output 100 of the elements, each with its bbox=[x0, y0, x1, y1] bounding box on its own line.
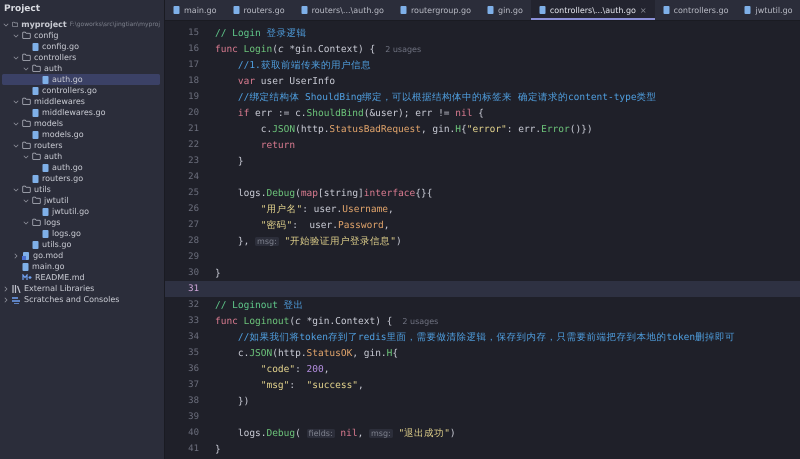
file-icon bbox=[173, 6, 180, 14]
code-line: logs.Debug( fields: nil, msg: "退出成功") bbox=[236, 426, 456, 440]
line-number: 31 bbox=[187, 284, 199, 294]
folder-icon bbox=[32, 152, 41, 161]
tree-item[interactable]: models bbox=[2, 118, 160, 129]
library-icon bbox=[12, 284, 21, 292]
code-line: func Login(c *gin.Context) { 2 usages bbox=[215, 44, 422, 54]
editor-tab[interactable]: routers\...\auth.go bbox=[292, 0, 392, 20]
line-number: 17 bbox=[187, 60, 199, 70]
line-number: 38 bbox=[187, 396, 199, 406]
file-icon bbox=[232, 6, 240, 14]
file-icon bbox=[744, 6, 752, 14]
file-icon bbox=[486, 6, 494, 14]
code-line: "用户名": user.Username, bbox=[260, 202, 394, 216]
editor-tab[interactable]: main.go bbox=[165, 0, 225, 20]
tree-item[interactable]: controllers bbox=[2, 52, 160, 63]
tree-item[interactable]: jwtutil bbox=[2, 195, 160, 206]
tree-item[interactable]: middlewares bbox=[2, 96, 160, 107]
line-number: 39 bbox=[187, 412, 199, 422]
folder-icon bbox=[22, 31, 31, 40]
scratches-icon bbox=[12, 296, 21, 304]
tree-item[interactable]: main.go bbox=[2, 261, 160, 272]
tree-item[interactable]: logs.go bbox=[2, 228, 160, 239]
folder-icon bbox=[32, 196, 41, 205]
file-icon bbox=[32, 42, 39, 50]
line-number: 35 bbox=[187, 348, 199, 358]
line-number: 24 bbox=[187, 172, 199, 182]
tree-item[interactable]: jwtutil.go bbox=[2, 206, 160, 217]
close-tab-button[interactable]: × bbox=[640, 6, 647, 14]
folder-icon bbox=[32, 218, 41, 227]
line-number: 36 bbox=[187, 364, 199, 374]
line-number: 28 bbox=[187, 236, 199, 246]
code-line: "code": 200, bbox=[260, 364, 330, 374]
code-line: "密码": user.Password, bbox=[260, 218, 390, 232]
markdown-icon bbox=[22, 274, 32, 281]
folder-icon bbox=[22, 53, 31, 62]
line-number: 33 bbox=[187, 316, 199, 326]
code-line: } bbox=[236, 156, 244, 166]
file-icon bbox=[32, 108, 39, 116]
code-line: //绑定结构体 ShouldBing绑定，可以根据结构体中的标签来 确定请求的content-type类型 bbox=[236, 90, 657, 104]
editor-tab[interactable]: controllers\...\auth.go × bbox=[530, 0, 655, 20]
file-icon bbox=[22, 262, 29, 270]
tree-item[interactable]: utils.go bbox=[2, 239, 160, 250]
folder-icon bbox=[22, 97, 31, 106]
code-line: }) bbox=[236, 396, 250, 406]
code-line: c.JSON(http.StatusOK, gin.H{ bbox=[236, 348, 398, 358]
line-number: 27 bbox=[187, 220, 199, 230]
chevron-right-icon[interactable] bbox=[12, 252, 20, 260]
tree-item[interactable]: routers bbox=[2, 140, 160, 151]
tree-item[interactable]: auth.go bbox=[2, 74, 160, 85]
tree-item[interactable]: routers.go bbox=[2, 173, 160, 184]
tree-item[interactable]: auth bbox=[2, 151, 160, 162]
tree-item[interactable]: utils bbox=[2, 184, 160, 195]
editor-tab[interactable]: controllers.go bbox=[654, 0, 736, 20]
panel-title[interactable]: Project bbox=[0, 0, 164, 19]
tree-item[interactable]: go.mod bbox=[2, 250, 160, 261]
code-line: if err := c.ShouldBind(&user); err != nil { bbox=[236, 108, 484, 118]
tree-item[interactable]: config bbox=[2, 30, 160, 41]
tree-item[interactable]: External Libraries bbox=[2, 283, 160, 294]
line-number: 25 bbox=[187, 188, 199, 198]
tree-item[interactable]: Scratches and Consoles bbox=[2, 294, 160, 305]
file-icon bbox=[662, 6, 670, 14]
code-line: //如果我们将token存到了redis里面，需要做清除逻辑，保存到内存，只需要前端把存到本地的token删掉即可 bbox=[236, 330, 736, 344]
line-number: 29 bbox=[187, 252, 199, 262]
folder-icon bbox=[22, 185, 31, 194]
editor-tab[interactable]: jwtutil.go bbox=[736, 0, 800, 20]
tree-item[interactable]: auth bbox=[2, 63, 160, 74]
line-number: 16 bbox=[187, 44, 199, 54]
line-number: 32 bbox=[187, 300, 199, 310]
tree-item[interactable]: controllers.go bbox=[2, 85, 160, 96]
code-line: } bbox=[215, 268, 221, 278]
code-line: // Loginout 登出 bbox=[215, 298, 304, 312]
line-number: 41 bbox=[187, 444, 199, 454]
code-line: // Login 登录逻辑 bbox=[215, 26, 306, 40]
tree-item[interactable]: middlewares.go bbox=[2, 107, 160, 118]
code-line: "msg": "success", bbox=[260, 380, 364, 390]
tree-item[interactable]: logs bbox=[2, 217, 160, 228]
editor-tab[interactable]: routergroup.go bbox=[392, 0, 479, 20]
code-line: } bbox=[215, 444, 221, 454]
tree-item[interactable]: README.md bbox=[2, 272, 160, 283]
line-number: 18 bbox=[187, 76, 199, 86]
file-icon bbox=[538, 6, 546, 14]
code-line: }, msg: "开始验证用户登录信息") bbox=[236, 234, 402, 248]
folder-icon bbox=[22, 141, 31, 150]
line-number: 21 bbox=[187, 124, 199, 134]
tree-item[interactable]: auth.go bbox=[2, 162, 160, 173]
folder-icon bbox=[12, 20, 18, 29]
line-number: 15 bbox=[187, 28, 199, 38]
line-number: 22 bbox=[187, 140, 199, 150]
tree-item[interactable]: config.go bbox=[2, 41, 160, 52]
editor-tab[interactable]: routers.go bbox=[224, 0, 293, 20]
code-line: //1.获取前端传来的用户信息 bbox=[236, 58, 371, 72]
code-line: logs.Debug(map[string]interface{}{ bbox=[236, 188, 432, 198]
folder-icon bbox=[22, 119, 31, 128]
editor-tab[interactable]: gin.go bbox=[478, 0, 531, 20]
line-number: 37 bbox=[187, 380, 199, 390]
line-number: 20 bbox=[187, 108, 199, 118]
tree-item[interactable]: models.go bbox=[2, 129, 160, 140]
code-line: func Loginout(c *gin.Context) { 2 usages bbox=[215, 316, 438, 326]
line-number: 23 bbox=[187, 156, 199, 166]
